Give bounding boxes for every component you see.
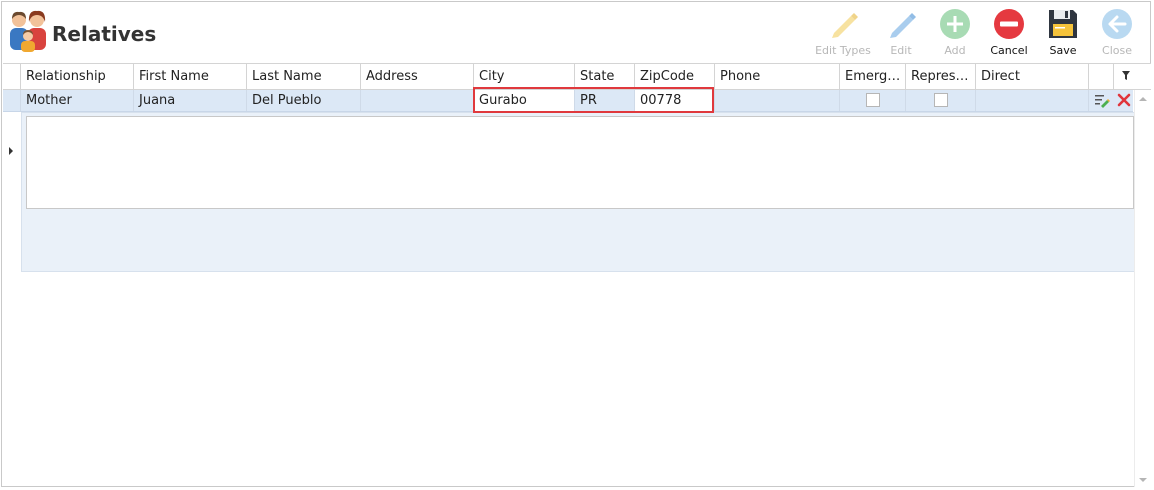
filter-button[interactable] bbox=[1114, 64, 1137, 89]
cell-emergency bbox=[840, 90, 906, 111]
close-button[interactable]: Close bbox=[1090, 6, 1144, 60]
cell-representative bbox=[906, 90, 976, 111]
detail-content bbox=[26, 116, 1134, 209]
save-floppy-icon bbox=[1049, 10, 1077, 38]
edit-types-button[interactable]: Edit Types bbox=[812, 6, 874, 60]
table-row[interactable]: Mother Juana Del Pueblo Gurabo PR 00778 bbox=[3, 90, 1133, 112]
relatives-grid: Relationship First Name Last Name Addres… bbox=[3, 63, 1151, 487]
cell-relationship[interactable]: Mother bbox=[21, 90, 134, 111]
header-indicator bbox=[3, 64, 21, 89]
filter-icon bbox=[1121, 71, 1130, 80]
delete-icon[interactable] bbox=[1117, 93, 1131, 107]
save-label: Save bbox=[1049, 44, 1077, 57]
cell-phone[interactable] bbox=[715, 90, 840, 111]
cancel-label: Cancel bbox=[990, 44, 1028, 57]
column-header-zipcode[interactable]: ZipCode bbox=[635, 64, 715, 89]
add-button[interactable]: Add bbox=[928, 6, 982, 60]
page-title: Relatives bbox=[52, 22, 157, 46]
edit-types-label: Edit Types bbox=[815, 44, 871, 57]
cell-delete bbox=[1114, 90, 1133, 111]
header: Relatives Edit Types Edit Add Cancel Sav… bbox=[2, 2, 1150, 64]
cell-last-name[interactable]: Del Pueblo bbox=[247, 90, 361, 111]
emergency-checkbox[interactable] bbox=[865, 93, 880, 107]
cell-first-name[interactable]: Juana bbox=[134, 90, 247, 111]
cell-direct[interactable] bbox=[976, 90, 1089, 111]
cancel-button[interactable]: Cancel bbox=[982, 6, 1036, 60]
current-row-arrow-icon bbox=[9, 147, 13, 155]
cell-city[interactable]: Gurabo bbox=[474, 90, 575, 111]
column-header-state[interactable]: State bbox=[575, 64, 635, 89]
save-button[interactable]: Save bbox=[1036, 6, 1090, 60]
cell-actions bbox=[1089, 90, 1114, 111]
column-header-address[interactable]: Address bbox=[361, 64, 474, 89]
edit-label: Edit bbox=[890, 44, 912, 57]
detail-panel bbox=[21, 112, 1137, 272]
column-header-first-name[interactable]: First Name bbox=[134, 64, 247, 89]
relatives-panel: Relatives Edit Types Edit Add Cancel Sav… bbox=[1, 1, 1151, 487]
scroll-up-icon[interactable] bbox=[1139, 97, 1147, 101]
back-arrow-icon bbox=[1102, 9, 1132, 39]
column-header-last-name[interactable]: Last Name bbox=[247, 64, 361, 89]
column-header-relationship[interactable]: Relationship bbox=[21, 64, 134, 89]
edit-button[interactable]: Edit bbox=[874, 6, 928, 60]
column-header-city[interactable]: City bbox=[474, 64, 575, 89]
column-header-phone[interactable]: Phone bbox=[715, 64, 840, 89]
toolbar: Edit Types Edit Add Cancel Save Close bbox=[812, 6, 1144, 60]
cell-address[interactable] bbox=[361, 90, 474, 111]
family-icon bbox=[10, 10, 46, 52]
close-label: Close bbox=[1102, 44, 1132, 57]
cell-zipcode[interactable]: 00778 bbox=[635, 90, 715, 111]
column-header-representative[interactable]: Represe... bbox=[906, 64, 976, 89]
pencil-icon bbox=[890, 13, 916, 38]
representative-checkbox[interactable] bbox=[933, 93, 948, 107]
edit-row-icon[interactable] bbox=[1094, 92, 1110, 108]
column-header-actions bbox=[1089, 64, 1114, 89]
grid-header: Relationship First Name Last Name Addres… bbox=[3, 64, 1151, 90]
add-label: Add bbox=[944, 44, 966, 57]
column-header-direct[interactable]: Direct bbox=[976, 64, 1089, 89]
scroll-down-icon[interactable] bbox=[1139, 478, 1147, 482]
cell-state[interactable]: PR bbox=[575, 90, 635, 111]
plus-circle-icon bbox=[940, 9, 970, 39]
row-indicator-cell bbox=[3, 90, 21, 111]
column-header-emergency[interactable]: Emerge... bbox=[840, 64, 906, 89]
pencil-icon bbox=[832, 13, 858, 38]
vertical-scrollbar[interactable] bbox=[1134, 90, 1151, 487]
cancel-icon bbox=[994, 9, 1024, 39]
